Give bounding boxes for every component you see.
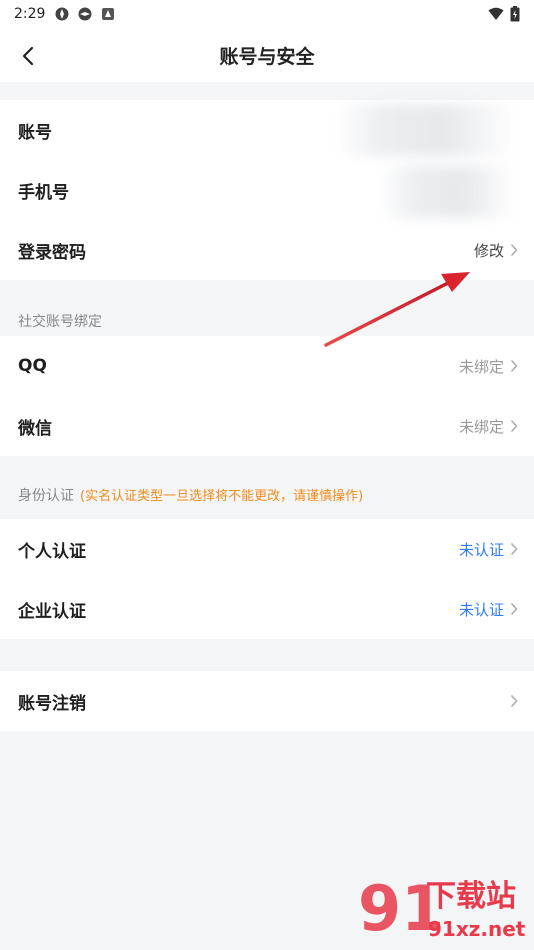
red-arrow-annotation [324, 272, 470, 347]
svg-text:91xz.net: 91xz.net [428, 917, 526, 941]
svg-text:下载站: 下载站 [426, 879, 516, 914]
watermark-logo: 91 下载站 91xz.net [358, 872, 526, 944]
